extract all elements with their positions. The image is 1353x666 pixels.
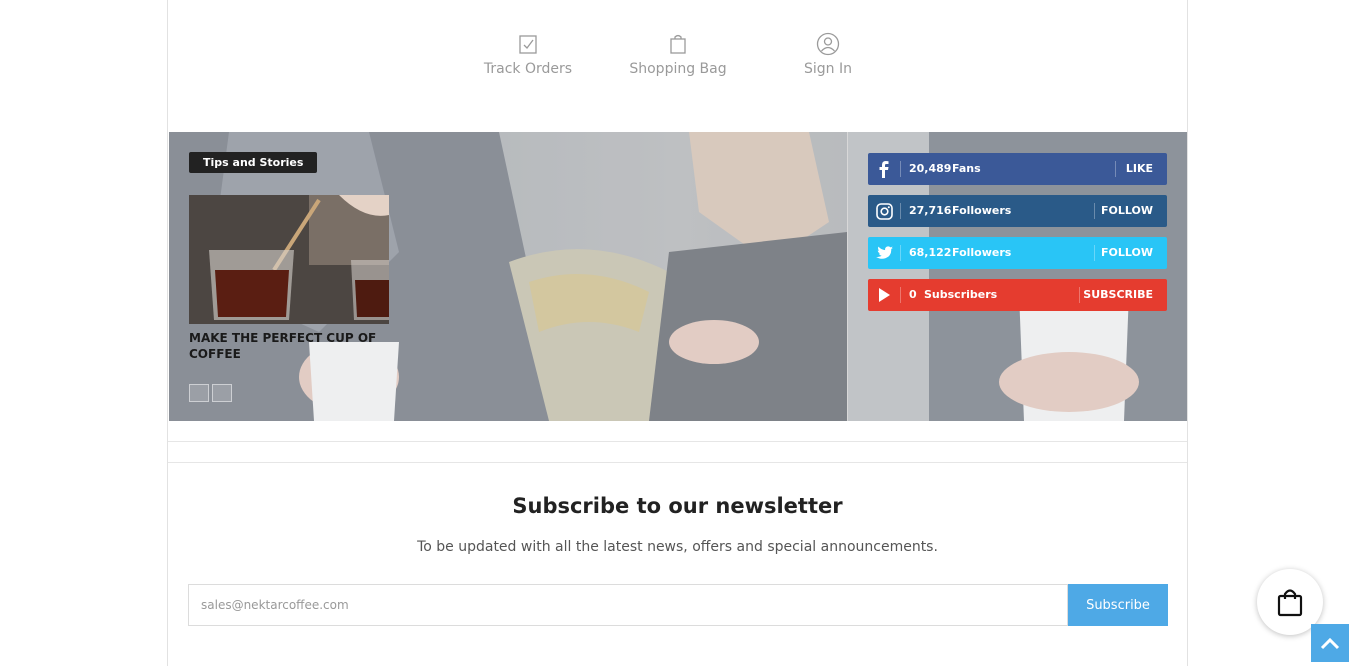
divider — [1094, 203, 1095, 219]
youtube-counter[interactable]: 0 Subscribers SUBSCRIBE — [868, 279, 1167, 311]
shopping-bag-icon — [670, 34, 686, 54]
clipboard-check-icon — [519, 35, 537, 54]
twitter-counter[interactable]: 68,122 Followers FOLLOW — [868, 237, 1167, 269]
instagram-unit: Followers — [952, 204, 1012, 217]
facebook-count: 20,489 — [909, 162, 952, 175]
instagram-follow-button[interactable]: FOLLOW — [1101, 195, 1153, 227]
divider — [168, 441, 1187, 442]
blog-category-badge: Tips and Stories — [189, 152, 318, 173]
facebook-like-button[interactable]: LIKE — [1126, 153, 1153, 185]
twitter-unit: Followers — [952, 246, 1012, 259]
shopping-bag-label: Shopping Bag — [629, 61, 727, 77]
facebook-counter[interactable]: 20,489 Fans LIKE — [868, 153, 1167, 185]
social-counters: 20,489 Fans LIKE 27,716 Followers FOLLOW — [848, 132, 1187, 421]
youtube-play-icon — [868, 279, 900, 311]
sign-in-label: Sign In — [804, 61, 852, 77]
newsletter-title: Subscribe to our newsletter — [512, 494, 843, 518]
blog-section: Tips and Stories MAKE THE PERFECT CUP OF… — [169, 132, 847, 421]
youtube-unit: Subscribers — [924, 288, 998, 301]
twitter-icon — [868, 237, 900, 269]
divider — [900, 287, 901, 303]
divider — [900, 203, 901, 219]
chevron-up-icon — [1320, 637, 1340, 650]
slider-controls — [189, 384, 235, 406]
newsletter-subscribe-button[interactable]: Subscribe — [1068, 584, 1168, 626]
instagram-counter[interactable]: 27,716 Followers FOLLOW — [868, 195, 1167, 227]
divider — [1094, 245, 1095, 261]
shopping-bag-link[interactable]: Shopping Bag — [618, 32, 738, 77]
instagram-icon — [868, 195, 900, 227]
twitter-follow-button[interactable]: FOLLOW — [1101, 237, 1153, 269]
divider — [900, 245, 901, 261]
facebook-icon — [868, 153, 900, 185]
track-orders-label: Track Orders — [483, 61, 573, 77]
blog-post-title[interactable]: MAKE THE PERFECT CUP OF COFFEE — [189, 330, 389, 362]
divider — [168, 462, 1187, 463]
blog-post-thumbnail[interactable] — [189, 195, 389, 324]
back-to-top-button[interactable] — [1311, 624, 1349, 662]
newsletter-subtitle: To be updated with all the latest news, … — [417, 539, 938, 555]
twitter-count: 68,122 — [909, 246, 952, 259]
shopping-bag-icon — [1277, 589, 1303, 617]
facebook-unit: Fans — [952, 162, 981, 175]
header-links: Track Orders Shopping Bag Sign In — [168, 32, 1187, 82]
instagram-count: 27,716 — [909, 204, 952, 217]
sign-in-link[interactable]: Sign In — [768, 32, 888, 77]
divider — [1079, 287, 1080, 303]
divider — [1115, 161, 1116, 177]
newsletter-email-input[interactable] — [188, 584, 1068, 626]
youtube-subscribe-button[interactable]: SUBSCRIBE — [1083, 279, 1153, 311]
page-frame: Track Orders Shopping Bag Sign In Tips a… — [167, 0, 1188, 666]
hero-banner: Tips and Stories MAKE THE PERFECT CUP OF… — [169, 132, 1187, 421]
youtube-count: 0 — [909, 288, 917, 301]
coffee-tea-photo — [189, 195, 389, 324]
user-circle-icon — [816, 32, 840, 56]
divider — [900, 161, 901, 177]
slider-prev-button[interactable] — [189, 384, 209, 402]
slider-next-button[interactable] — [212, 384, 232, 402]
track-orders-link[interactable]: Track Orders — [468, 32, 588, 77]
